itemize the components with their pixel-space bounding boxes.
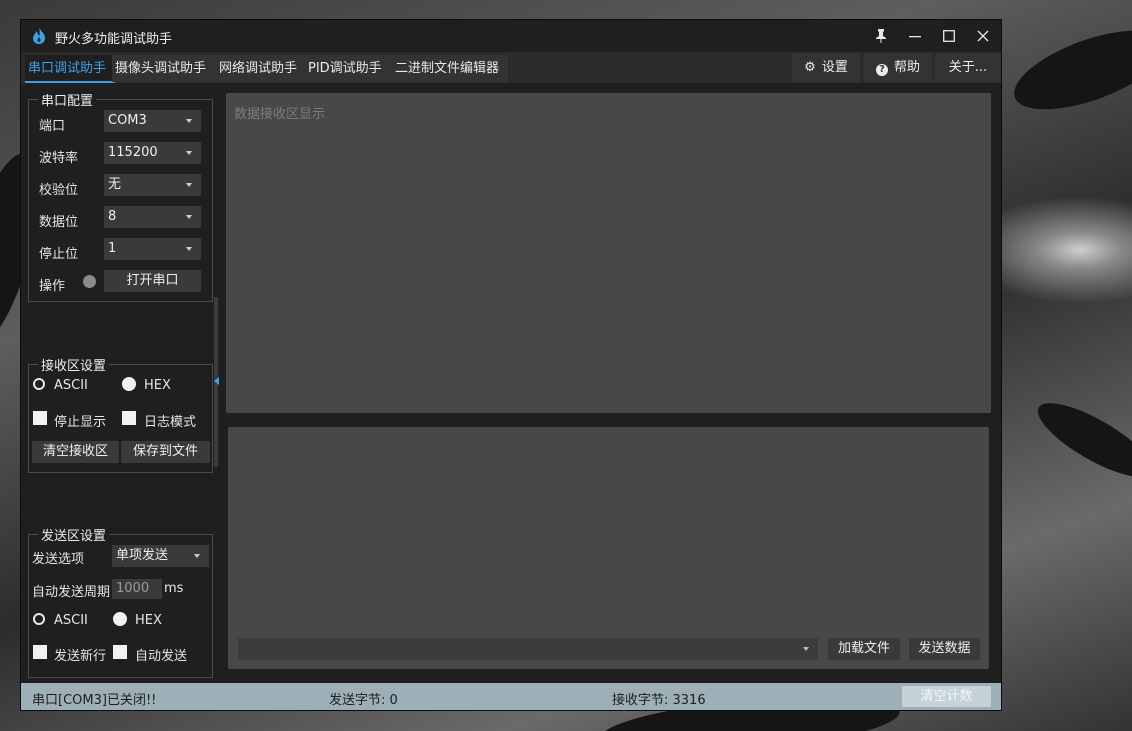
tab-network-debug[interactable]: 网络调试助手	[216, 55, 306, 82]
parity-label: 校验位	[39, 183, 79, 198]
log-mode-label: 日志模式	[144, 415, 197, 430]
help-label: 帮助	[893, 60, 920, 75]
auto-send-checkbox[interactable]	[113, 645, 127, 659]
send-settings-title: 发送区设置	[38, 525, 110, 544]
serial-config-title: 串口配置	[38, 90, 97, 109]
app-window: 野火多功能调试助手 串口调试助手 摄像头调试助手 网络调试助手 PID调试助手 …	[20, 19, 1002, 711]
baud-value: 115200	[108, 145, 158, 160]
parity-value: 无	[108, 177, 122, 192]
port-state-text: 串口[COM3]已关闭!!	[32, 693, 157, 708]
databits-value: 8	[108, 209, 117, 224]
pin-icon	[876, 29, 886, 43]
baud-select[interactable]: 115200	[104, 142, 201, 164]
operation-label: 操作	[39, 279, 66, 294]
save-to-file-button[interactable]: 保存到文件	[121, 441, 210, 463]
minimize-button[interactable]	[898, 20, 932, 52]
close-icon	[977, 30, 989, 42]
load-file-button[interactable]: 加载文件	[828, 638, 900, 660]
send-hex-radio[interactable]	[113, 612, 127, 626]
port-value: COM3	[108, 113, 147, 128]
minimize-icon	[909, 36, 921, 38]
settings-label: 设置	[821, 60, 848, 75]
dropdown-arrow-icon	[186, 119, 192, 123]
help-circle-icon: ?	[875, 64, 888, 76]
window-title: 野火多功能调试助手	[55, 32, 173, 47]
about-button[interactable]: 关于...	[935, 53, 1001, 82]
baud-label: 波特率	[39, 151, 79, 166]
clear-count-button[interactable]: 清空计数	[902, 686, 991, 707]
send-option-select[interactable]: 单项发送	[112, 545, 209, 567]
log-mode-checkbox[interactable]	[122, 411, 136, 425]
dropdown-arrow-icon	[186, 183, 192, 187]
tab-bar: 串口调试助手 摄像头调试助手 网络调试助手 PID调试助手 二进制文件编辑器 ⚙…	[21, 52, 1001, 83]
send-newline-label: 发送新行	[54, 649, 107, 664]
stopbits-select[interactable]: 1	[104, 238, 201, 260]
receive-hex-label: HEX	[144, 378, 171, 393]
send-hex-label: HEX	[135, 613, 162, 628]
dropdown-arrow-icon	[803, 647, 809, 651]
tab-camera-debug[interactable]: 摄像头调试助手	[112, 55, 216, 82]
maximize-icon	[943, 30, 955, 42]
auto-send-label: 自动发送	[135, 649, 188, 664]
receive-area-placeholder: 数据接收区显示	[234, 107, 326, 122]
auto-send-period-input[interactable]: 1000	[112, 579, 162, 599]
parity-select[interactable]: 无	[104, 174, 201, 196]
sent-bytes-text: 发送字节: 0	[329, 693, 398, 708]
open-port-button[interactable]: 打开串口	[104, 270, 201, 292]
dropdown-arrow-icon	[186, 247, 192, 251]
flame-logo-icon	[33, 28, 45, 44]
clear-receive-button[interactable]: 清空接收区	[32, 441, 119, 463]
receive-ascii-label: ASCII	[54, 378, 88, 393]
status-bar: 串口[COM3]已关闭!! 发送字节: 0 接收字节: 3316 清空计数	[21, 683, 1001, 710]
title-bar[interactable]: 野火多功能调试助手	[21, 20, 1001, 52]
send-option-label: 发送选项	[32, 552, 85, 567]
stopbits-value: 1	[108, 241, 117, 256]
period-unit-label: ms	[164, 581, 184, 596]
port-label: 端口	[39, 119, 66, 134]
port-status-led	[83, 275, 96, 288]
dropdown-arrow-icon	[186, 151, 192, 155]
stop-display-checkbox[interactable]	[33, 411, 47, 425]
received-bytes-text: 接收字节: 3316	[612, 693, 706, 708]
close-button[interactable]	[966, 20, 1000, 52]
stop-display-label: 停止显示	[54, 415, 107, 430]
dropdown-arrow-icon	[186, 215, 192, 219]
pin-button[interactable]	[864, 20, 898, 52]
gear-icon: ⚙	[804, 60, 816, 75]
send-ascii-radio[interactable]	[33, 613, 45, 625]
send-area[interactable]: 加载文件 发送数据	[228, 427, 989, 669]
send-ascii-label: ASCII	[54, 613, 88, 628]
maximize-button[interactable]	[932, 20, 966, 52]
tab-pid-debug[interactable]: PID调试助手	[305, 55, 395, 82]
receive-hex-radio[interactable]	[122, 377, 136, 391]
receive-ascii-radio[interactable]	[33, 378, 45, 390]
stopbits-label: 停止位	[39, 247, 79, 262]
databits-label: 数据位	[39, 215, 79, 230]
dropdown-arrow-icon	[194, 554, 200, 558]
send-history-select[interactable]	[238, 638, 818, 660]
collapse-arrow-icon[interactable]	[214, 377, 219, 385]
receive-area[interactable]: 数据接收区显示	[226, 93, 991, 413]
help-button[interactable]: ? 帮助	[864, 53, 932, 82]
databits-select[interactable]: 8	[104, 206, 201, 228]
tab-binary-editor[interactable]: 二进制文件编辑器	[392, 55, 508, 82]
auto-send-period-label: 自动发送周期	[32, 585, 111, 600]
send-newline-checkbox[interactable]	[33, 645, 47, 659]
port-select[interactable]: COM3	[104, 110, 201, 132]
settings-button[interactable]: ⚙ 设置	[792, 53, 860, 82]
send-option-value: 单项发送	[116, 548, 169, 563]
send-data-button[interactable]: 发送数据	[909, 638, 980, 660]
receive-settings-title: 接收区设置	[38, 355, 110, 374]
tab-serial-debug[interactable]: 串口调试助手	[25, 55, 115, 83]
